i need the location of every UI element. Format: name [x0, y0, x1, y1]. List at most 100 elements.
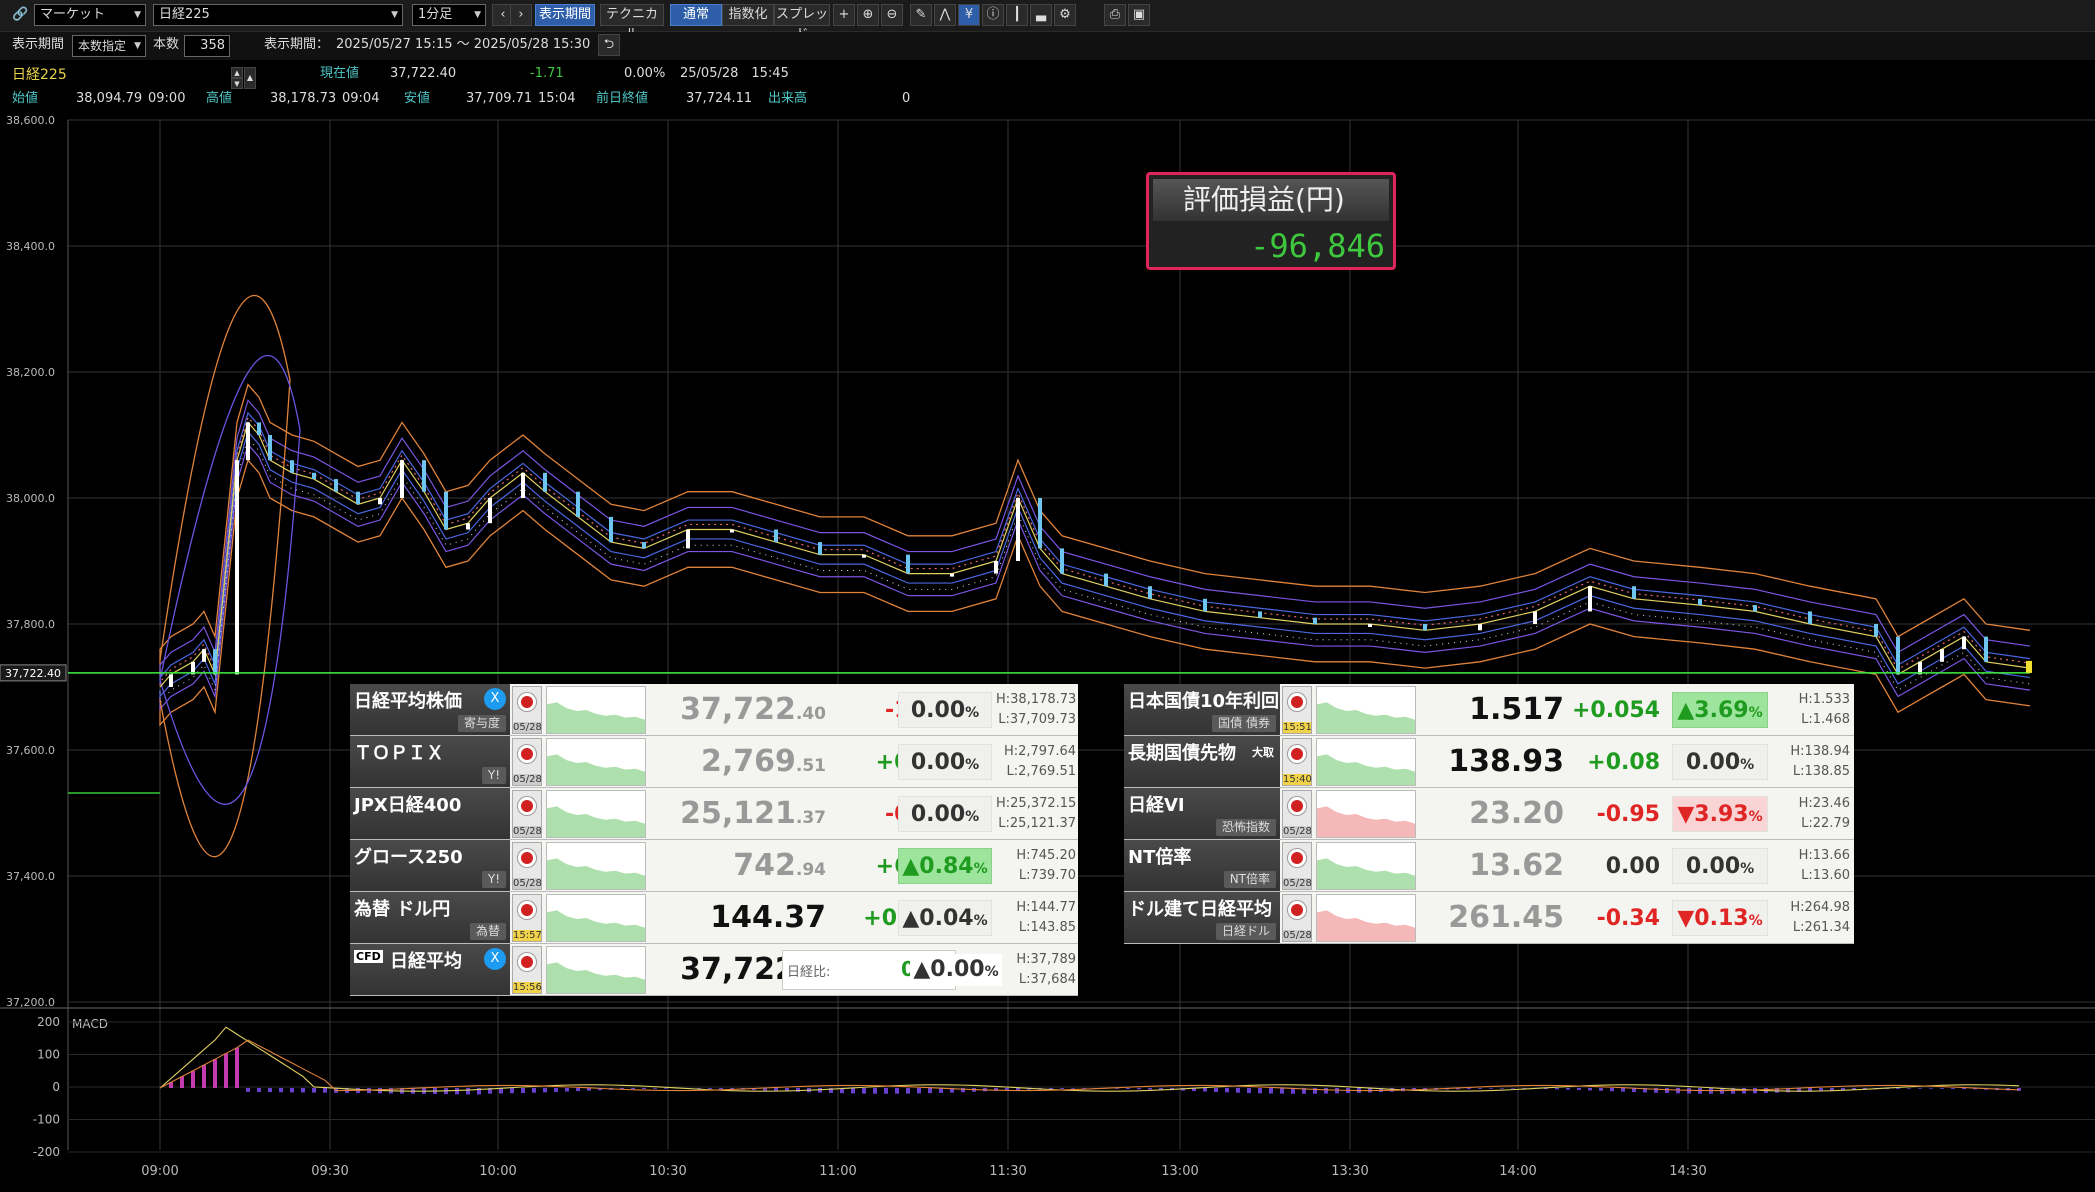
market-row[interactable]: CFD日経平均X15:5637,722.60日経比:0▲0.00%H:37,78… [350, 944, 1078, 996]
market-row[interactable]: 長期国債先物 大取 15:40 138.93 +0.08 0.00% H:138.94 L:1… [1124, 736, 1854, 788]
macd-histogram-bar [367, 1088, 371, 1094]
macd-histogram-bar [796, 1088, 800, 1092]
row-name[interactable]: 日経VI 恐怖指数 [1124, 788, 1280, 839]
chevron-down-icon: ▼ [134, 10, 141, 20]
spread-button[interactable]: スプレッド [774, 4, 830, 42]
candle [444, 491, 448, 530]
zoom-in-icon[interactable]: ⊕ [857, 4, 879, 26]
macd-histogram-bar [543, 1088, 547, 1093]
window-icon[interactable]: ▣ [1128, 4, 1150, 26]
instrument-select[interactable]: 日経225 ▼ [153, 4, 403, 26]
stepper-icon[interactable]: ▲ [244, 67, 256, 89]
row-sub-link[interactable]: 恐怖指数 [1215, 819, 1276, 836]
row-pct-unit: % [1740, 757, 1755, 773]
sparkline [1316, 790, 1416, 838]
market-select[interactable]: マーケット ▼ [34, 4, 146, 26]
filter-icon[interactable]: ¥ [958, 4, 980, 26]
row-sub-link[interactable]: NT倍率 [1223, 871, 1276, 888]
row-title: 日経平均株価 [354, 691, 462, 712]
price-chart[interactable]: 09:00 09:30 10:00 10:30 11:00 11:30 13:00 13:30… [0, 0, 2095, 1192]
row-high: H:745.20 [1016, 848, 1076, 863]
flag-icon: 05/28 [512, 842, 542, 890]
row-high: H:1.533 [1798, 692, 1850, 707]
market-row[interactable]: 日経平均株価寄与度X05/2837,722.40-1.710.00%H:38,1… [350, 684, 1078, 736]
market-row[interactable]: ドル建て日経平均 日経ドル 05/28 261.45 -0.34 ▼0.13% H:264.… [1124, 892, 1854, 944]
pencil-icon[interactable]: ✎ [910, 4, 932, 26]
volume-icon[interactable]: ▃ [1030, 4, 1052, 26]
stepper-up-icon[interactable]: ▲ [231, 67, 243, 78]
x-icon[interactable]: X [484, 688, 506, 710]
normal-button[interactable]: 通常 [670, 4, 722, 26]
macd-histogram-bar [521, 1088, 525, 1094]
candle [1874, 624, 1878, 637]
current-label: 現在値 [320, 66, 360, 81]
row-hl: H:25,372.15 L:25,121.37 [996, 794, 1076, 834]
trend-icon[interactable]: ⋀ [934, 4, 956, 26]
info-icon[interactable]: ⓘ [982, 4, 1004, 26]
row-name[interactable]: 長期国債先物 大取 [1124, 736, 1280, 787]
row-pct: 0.00% [898, 744, 992, 780]
row-sub-link[interactable]: 為替 [469, 923, 506, 940]
candle [642, 542, 646, 549]
row-low: L:138.85 [1792, 764, 1850, 779]
row-sub-link[interactable]: 日経ドル [1215, 923, 1276, 940]
row-title: 日経VI [1128, 795, 1185, 816]
sparkline [546, 842, 646, 890]
row-date: 15:51 [1283, 722, 1312, 733]
index-button[interactable]: 指数化 [722, 4, 774, 26]
row-name[interactable]: JPX日経400 [350, 788, 510, 839]
technical-button[interactable]: テクニカル [600, 4, 664, 42]
next-arrow-icon[interactable]: › [510, 4, 532, 26]
row-name[interactable]: ドル建て日経平均 日経ドル [1124, 892, 1280, 943]
macd-histogram-bar [1060, 1088, 1064, 1089]
row-sub-link[interactable]: Y! [481, 871, 506, 888]
count-input[interactable]: 358 [184, 35, 230, 57]
sparkline [1316, 686, 1416, 734]
prev-label: 前日終値 [596, 91, 649, 106]
flag-icon: 05/28 [1282, 790, 1312, 838]
last-candle-marker [2026, 660, 2032, 673]
market-row[interactable]: グロース250Y!05/28742.94+6.22▲0.84%H:745.20L… [350, 840, 1078, 892]
macd-histogram-bar [895, 1088, 899, 1094]
macd-histogram-bar [928, 1088, 932, 1094]
row-name[interactable]: ＴＯＰＩＸ Y! [350, 736, 510, 787]
row-name[interactable]: 為替 ドル円 為替 [350, 892, 510, 943]
x-tick-label: 13:30 [1331, 1164, 1368, 1179]
candle-icon[interactable]: ┃ [1006, 4, 1028, 26]
zoom-out-icon[interactable]: ⊖ [881, 4, 903, 26]
period-button[interactable]: 表示期間 [535, 4, 595, 26]
link-icon[interactable]: 🔗 [12, 5, 28, 25]
row-name[interactable]: NT倍率 NT倍率 [1124, 840, 1280, 891]
period-mode-select[interactable]: 本数指定 ▼ [72, 35, 146, 57]
row-name[interactable]: グロース250 Y! [350, 840, 510, 891]
candle [488, 498, 492, 524]
print-icon[interactable]: ⎙ [1104, 4, 1126, 26]
crosshair-icon[interactable]: + [833, 4, 855, 26]
market-row[interactable]: NT倍率 NT倍率 05/28 13.62 0.00 0.00% H:13.66 L:13.6… [1124, 840, 1854, 892]
candle [1588, 586, 1592, 612]
x-icon[interactable]: X [484, 948, 506, 970]
row-price: 2,769.51 [650, 744, 826, 779]
period-bar: 表示期間 本数指定 ▼ 本数 358 ▲ ▼ ▲ 表示期間： 2025/05/27… [0, 32, 2095, 89]
row-name[interactable]: 日本国債10年利回り 国債 債券 [1124, 684, 1297, 735]
market-row[interactable]: JPX日経40005/2825,121.37-0.670.00%H:25,372… [350, 788, 1078, 840]
settings-icon[interactable]: ⚙ [1054, 4, 1076, 26]
market-row[interactable]: 日本国債10年利回り 国債 債券 15:51 1.517 +0.054 ▲3.69% H:1… [1124, 684, 1854, 736]
row-sub-link[interactable]: 国債 債券 [1212, 715, 1276, 732]
row-sub-link[interactable]: Y! [481, 767, 506, 784]
macd-histogram-bar [1258, 1088, 1262, 1094]
stepper-down-icon[interactable]: ▼ [231, 78, 243, 89]
low-label: 安値 [404, 91, 431, 106]
macd-histogram-bar [1676, 1088, 1680, 1094]
row-sub-link[interactable]: 寄与度 [457, 715, 506, 732]
row-suffix: 大取 [1252, 746, 1274, 759]
market-row[interactable]: 為替 ドル円為替15:57144.37+0.05▲0.04%H:144.77L:… [350, 892, 1078, 944]
market-row[interactable]: ＴＯＰＩＸY!05/282,769.51+0.020.00%H:2,797.64… [350, 736, 1078, 788]
candle [268, 435, 272, 461]
sparkline [546, 790, 646, 838]
candle [1038, 498, 1042, 549]
market-row[interactable]: 日経VI 恐怖指数 05/28 23.20 -0.95 ▼3.93% H:23.46 L:22… [1124, 788, 1854, 840]
candle [1478, 624, 1482, 631]
reset-icon[interactable]: ⮌ [598, 34, 620, 56]
interval-select[interactable]: 1分足 ▼ [412, 4, 486, 26]
